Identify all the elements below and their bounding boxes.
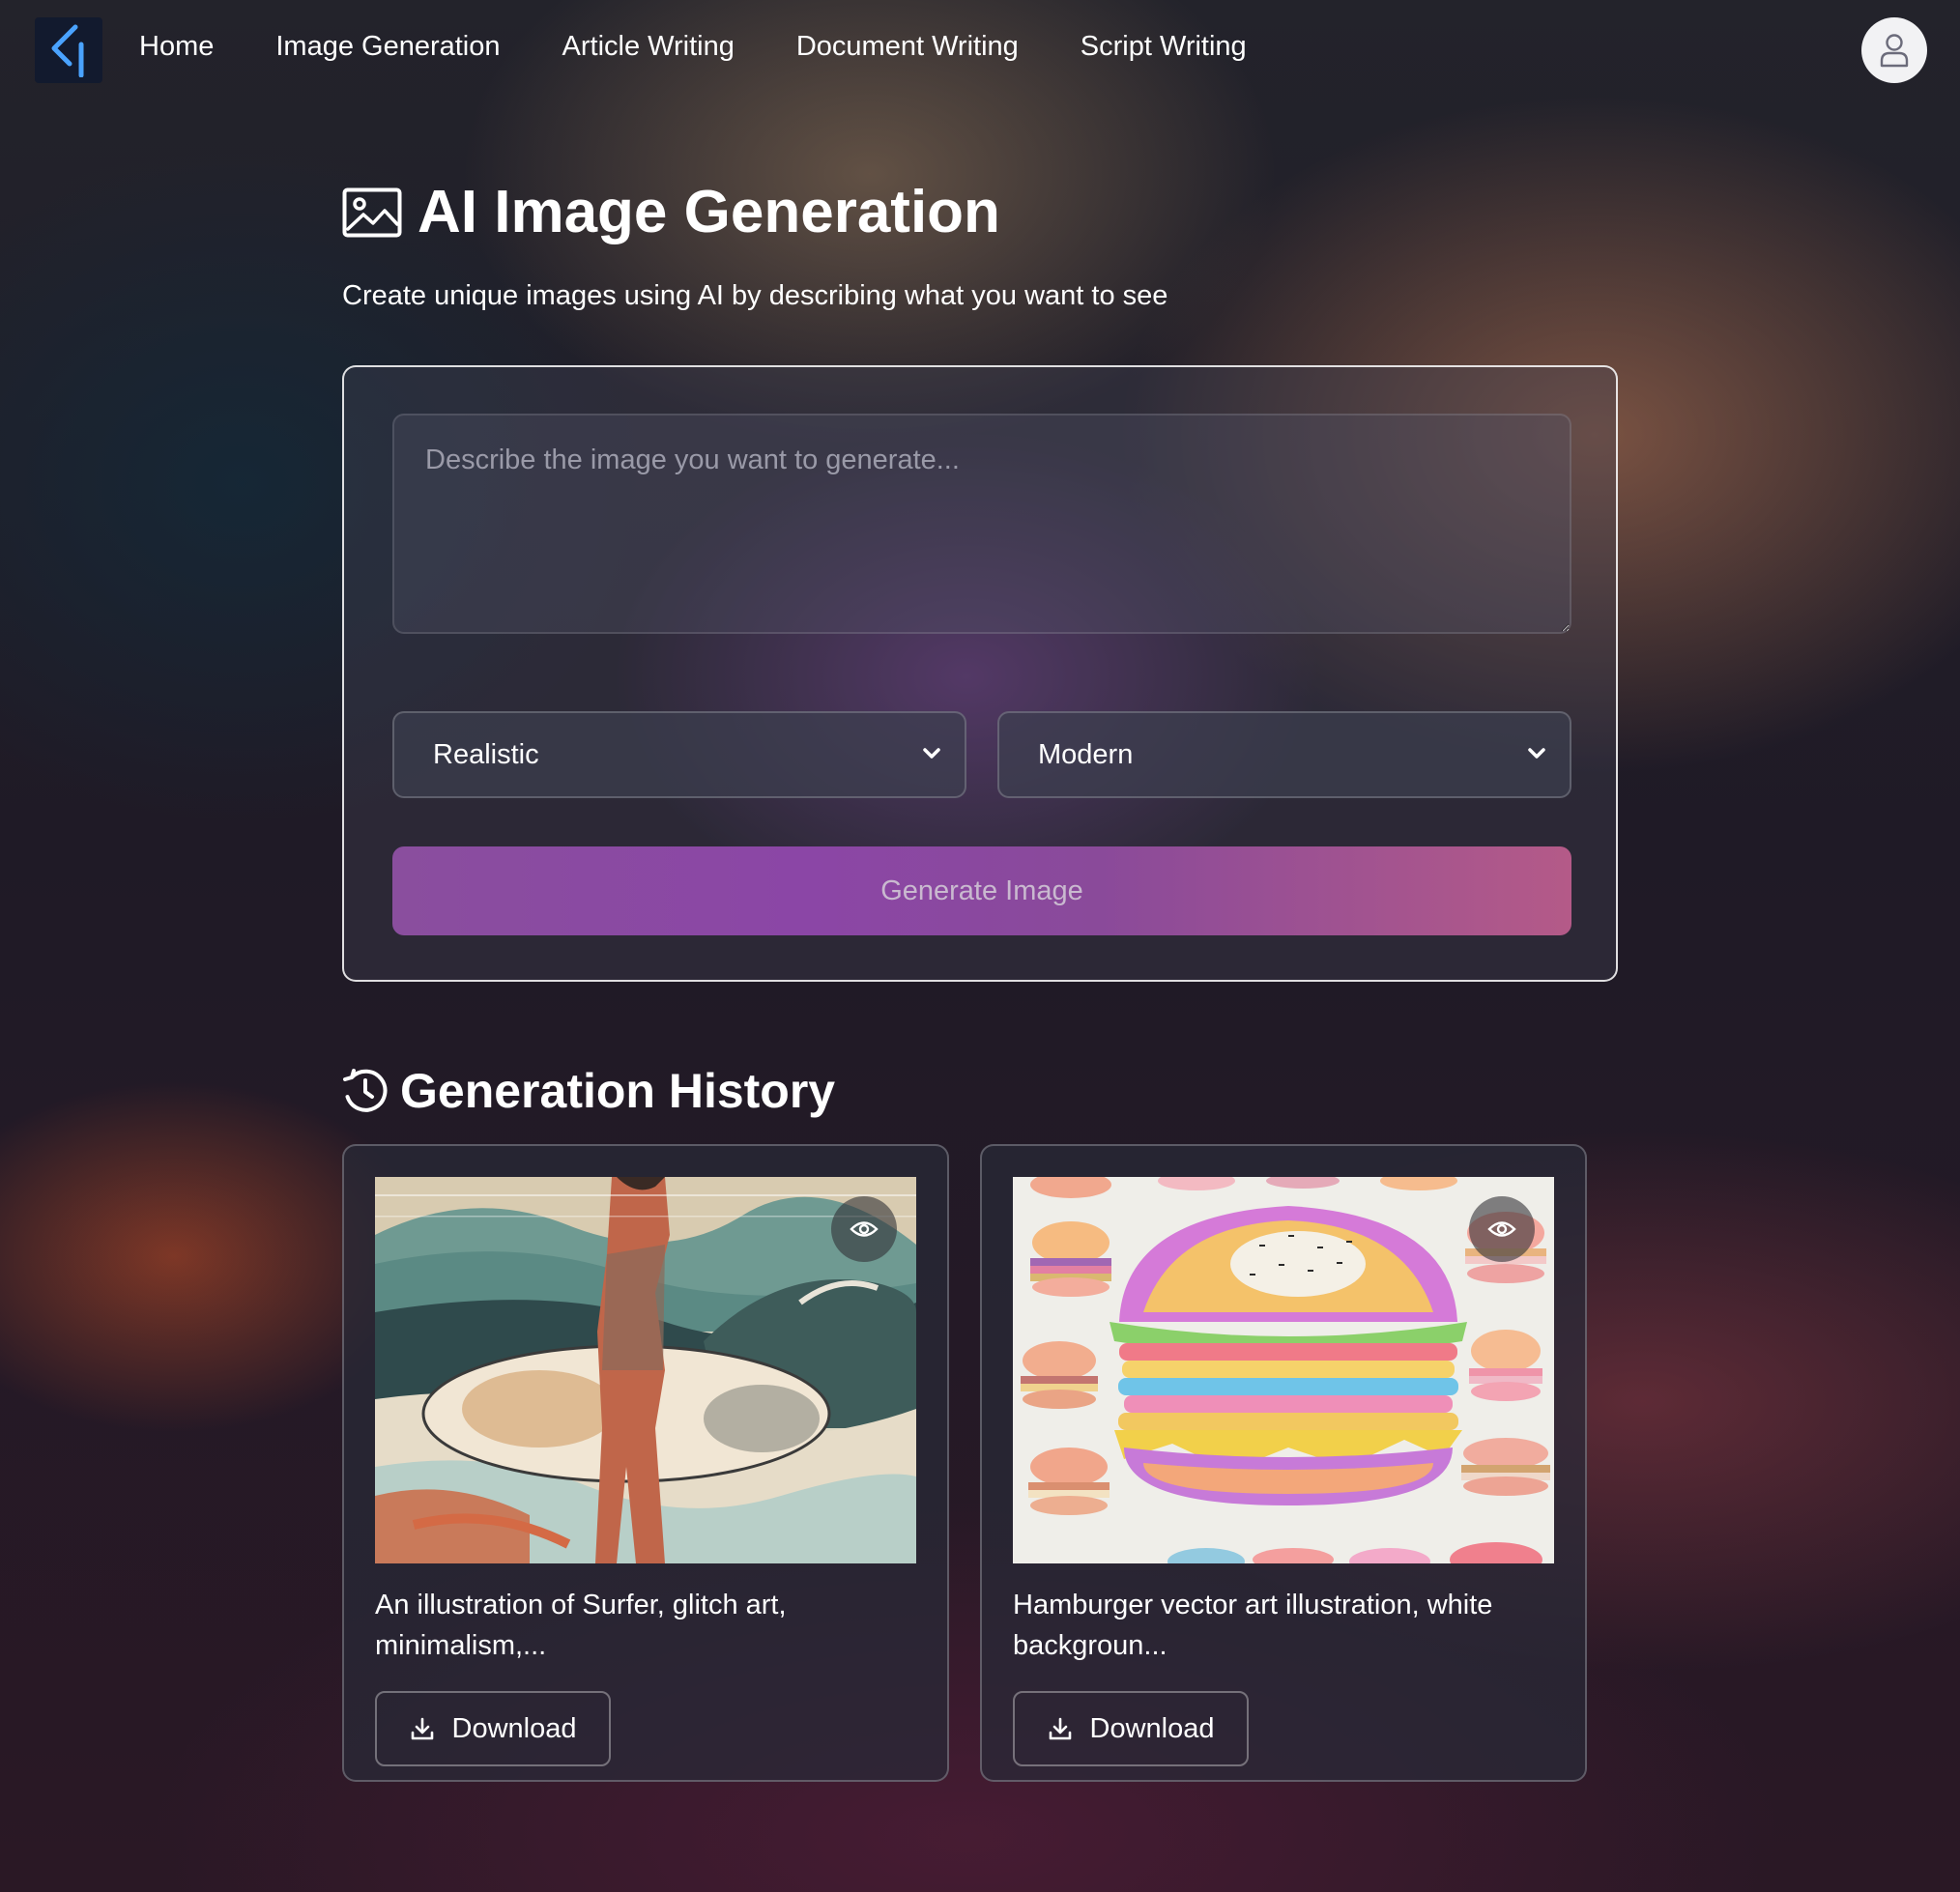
eye-icon (1487, 1221, 1516, 1237)
history-card: Hamburger vector art illustration, white… (980, 1144, 1587, 1782)
style-select-value: Realistic (433, 738, 539, 770)
download-button[interactable]: Download (375, 1691, 611, 1766)
view-button[interactable] (1469, 1196, 1535, 1262)
hamburger-thumbnail[interactable] (1013, 1177, 1554, 1563)
style-select[interactable]: Realistic (392, 711, 966, 798)
image-icon (342, 187, 402, 237)
download-button[interactable]: Download (1013, 1691, 1249, 1766)
nav-home[interactable]: Home (139, 31, 214, 63)
mood-select[interactable]: Modern (997, 711, 1571, 798)
chevron-down-icon (1528, 748, 1545, 759)
mood-select-value: Modern (1038, 738, 1134, 770)
page-subtitle: Create unique images using AI by describ… (342, 280, 1168, 311)
view-button[interactable] (831, 1196, 897, 1262)
history-header: Generation History (342, 1063, 835, 1119)
download-icon (1049, 1717, 1071, 1740)
top-nav: Home Image Generation Article Writing Do… (0, 0, 1960, 100)
download-label: Download (1089, 1712, 1215, 1744)
generation-form: Realistic Modern Generate Image (342, 365, 1618, 982)
nav-article-writing[interactable]: Article Writing (562, 31, 735, 63)
page-header: AI Image Generation (342, 178, 1000, 246)
page-title: AI Image Generation (418, 179, 1000, 245)
download-label: Download (451, 1712, 577, 1744)
surfer-thumbnail[interactable] (375, 1177, 916, 1563)
history-clock-icon (343, 1069, 388, 1112)
generate-image-label: Generate Image (880, 874, 1083, 906)
nav-script-writing[interactable]: Script Writing (1081, 31, 1247, 63)
card-caption: An illustration of Surfer, glitch art, m… (375, 1590, 787, 1661)
prompt-input[interactable] (392, 414, 1571, 634)
nav-image-generation[interactable]: Image Generation (275, 31, 500, 63)
user-icon (1880, 34, 1909, 68)
eye-icon (850, 1221, 879, 1237)
logo[interactable] (35, 17, 102, 83)
history-card: An illustration of Surfer, glitch art, m… (342, 1144, 949, 1782)
user-avatar-button[interactable] (1861, 17, 1927, 83)
generate-image-button[interactable]: Generate Image (392, 846, 1571, 935)
download-icon (411, 1717, 433, 1740)
chevron-logo-icon (51, 24, 84, 77)
nav-document-writing[interactable]: Document Writing (796, 31, 1019, 63)
card-caption: Hamburger vector art illustration, white… (1013, 1590, 1493, 1661)
history-title: Generation History (400, 1064, 836, 1118)
nav-links: Home Image Generation Article Writing Do… (139, 31, 1309, 63)
chevron-down-icon (923, 748, 940, 759)
